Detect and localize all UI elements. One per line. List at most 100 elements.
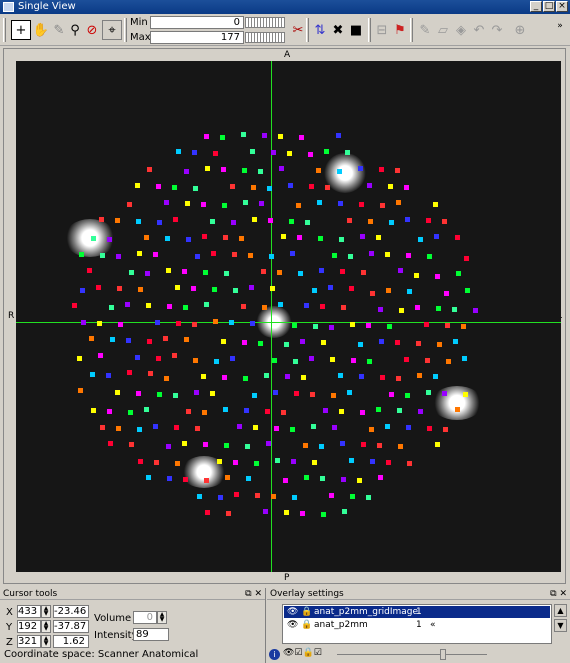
x-voxel-stepper[interactable]: ▲ ▼ — [41, 605, 51, 618]
grid-dot — [263, 373, 269, 378]
tools-icon[interactable]: ✖ — [328, 20, 348, 40]
pan-hand-icon[interactable]: ✋ — [31, 20, 51, 40]
crosshair-draw-icon[interactable]: ⊕ — [510, 20, 530, 40]
undo-icon[interactable]: ↶ — [469, 20, 489, 40]
eye-icon[interactable]: 👁 — [287, 606, 298, 618]
z-voxel-input[interactable]: 321 — [17, 635, 41, 648]
opacity-slider-handle[interactable] — [440, 649, 446, 660]
lock-icon[interactable]: 🔒 — [301, 606, 312, 618]
camera-icon[interactable]: ■ — [346, 20, 366, 40]
grid-dot — [116, 426, 121, 431]
grid-dot — [97, 321, 102, 326]
toolbar-grip[interactable] — [3, 18, 6, 42]
crosshair-tool-icon[interactable]: + — [11, 20, 31, 40]
grid-dot — [407, 289, 412, 294]
minimize-button[interactable]: _ — [530, 1, 542, 12]
opacity-slider[interactable] — [337, 654, 487, 655]
y-voxel-input[interactable]: 192 — [17, 620, 41, 633]
overlay-toggle-icons[interactable]: 👁☑🔒☑ — [283, 648, 322, 658]
grid-dot — [153, 424, 158, 429]
y-world-input[interactable]: -37.87 — [53, 620, 89, 633]
max-slider[interactable] — [245, 32, 285, 43]
grid-dot — [225, 511, 231, 516]
grid-dot — [223, 443, 229, 448]
grid-dot — [359, 410, 365, 415]
grid-dot — [337, 201, 343, 206]
grid-dot — [309, 184, 314, 189]
grid-dot — [201, 410, 207, 415]
panel-buttons[interactable]: ⧉ ✕ — [245, 588, 262, 600]
volume-input[interactable]: 0 — [133, 611, 157, 624]
grid-dot — [305, 220, 310, 225]
toolbar-grip[interactable] — [410, 18, 413, 42]
grid-dot — [369, 427, 374, 432]
grid-dot — [78, 388, 83, 393]
label-icon[interactable]: ⚑ — [390, 20, 410, 40]
overlay-row[interactable]: 👁 🔒 anat_p2mm_gridImage 1 — [284, 606, 550, 618]
grid-dot — [394, 168, 400, 173]
grid-dot — [277, 302, 283, 307]
redo-icon[interactable]: ↷ — [487, 20, 507, 40]
grid-dot — [350, 494, 355, 499]
grid-dot — [138, 459, 143, 464]
center-cursor-icon[interactable]: ⌖ — [102, 20, 122, 40]
move-up-button[interactable]: ▲ — [554, 604, 567, 617]
min-input[interactable]: 0 — [150, 16, 244, 29]
grid-dot — [462, 356, 467, 361]
grid-dot — [191, 286, 196, 291]
draw-pencil-icon[interactable]: ✎ — [415, 20, 435, 40]
swap-axes-icon[interactable]: ⇅ — [310, 20, 330, 40]
grid-dot — [322, 408, 328, 413]
grid-dot — [270, 286, 275, 291]
toolbar-grip[interactable] — [368, 18, 371, 42]
toolbar: + ✋ ✎ ⚲ ⊘ ⌖ Min 0 Max 177 ✂ ⇅ ✖ ■ ⊟ ⚑ ✎ … — [0, 14, 570, 46]
grid-dot — [192, 322, 197, 327]
toolbar-overflow-icon[interactable]: » — [550, 16, 570, 36]
zoom-reset-icon[interactable]: ⊘ — [82, 20, 102, 40]
toolbar-grip[interactable] — [306, 18, 309, 42]
grid-dot — [213, 151, 218, 156]
overlay-row[interactable]: 👁 🔒 anat_p2mm 1 « — [284, 619, 550, 631]
eraser-icon[interactable]: ▱ — [433, 20, 453, 40]
grid-dot — [115, 390, 120, 395]
eye-icon[interactable]: 👁 — [287, 619, 298, 631]
grid-dot — [81, 320, 86, 325]
grid-dot — [218, 495, 223, 500]
z-world-input[interactable]: 1.62 — [53, 635, 89, 648]
min-label: Min — [130, 17, 148, 28]
grid-dot — [379, 203, 385, 208]
info-icon[interactable]: i — [269, 649, 280, 660]
grid-dot — [296, 235, 302, 240]
max-input[interactable]: 177 — [150, 31, 244, 44]
toolbar-grip[interactable] — [124, 18, 127, 42]
x-world-input[interactable]: -23.46 — [53, 605, 89, 618]
z-voxel-stepper[interactable]: ▲ ▼ — [41, 635, 51, 648]
link-icon[interactable]: ⊟ — [372, 20, 392, 40]
volume-stepper[interactable]: ▲ ▼ — [157, 611, 167, 624]
volume-label: Volume — [94, 613, 132, 624]
min-slider[interactable] — [245, 17, 285, 28]
maximize-button[interactable]: □ — [543, 1, 555, 12]
image-canvas[interactable] — [16, 61, 561, 572]
grid-dot — [442, 219, 447, 224]
grid-dot — [195, 254, 200, 259]
fill-bucket-icon[interactable]: ◈ — [451, 20, 471, 40]
move-down-button[interactable]: ▼ — [554, 619, 567, 632]
grid-dot — [317, 236, 323, 241]
colormap-icon[interactable]: ✂ — [288, 20, 308, 40]
lock-icon[interactable]: 🔒 — [301, 619, 312, 631]
grid-dot — [137, 427, 142, 432]
panel-buttons[interactable]: ⧉ ✕ — [550, 588, 567, 600]
grid-dot — [253, 425, 258, 430]
grid-dot — [257, 341, 263, 346]
grid-dot — [378, 167, 384, 172]
expand-icon[interactable]: « — [430, 619, 436, 631]
grid-dot — [465, 288, 470, 293]
close-button[interactable]: × — [556, 1, 568, 12]
window-title: Single View — [18, 1, 76, 12]
grid-dot — [245, 476, 251, 481]
y-voxel-stepper[interactable]: ▲ ▼ — [41, 620, 51, 633]
grid-dot — [339, 269, 345, 274]
grid-dot — [311, 424, 316, 429]
x-voxel-input[interactable]: 433 — [17, 605, 41, 618]
